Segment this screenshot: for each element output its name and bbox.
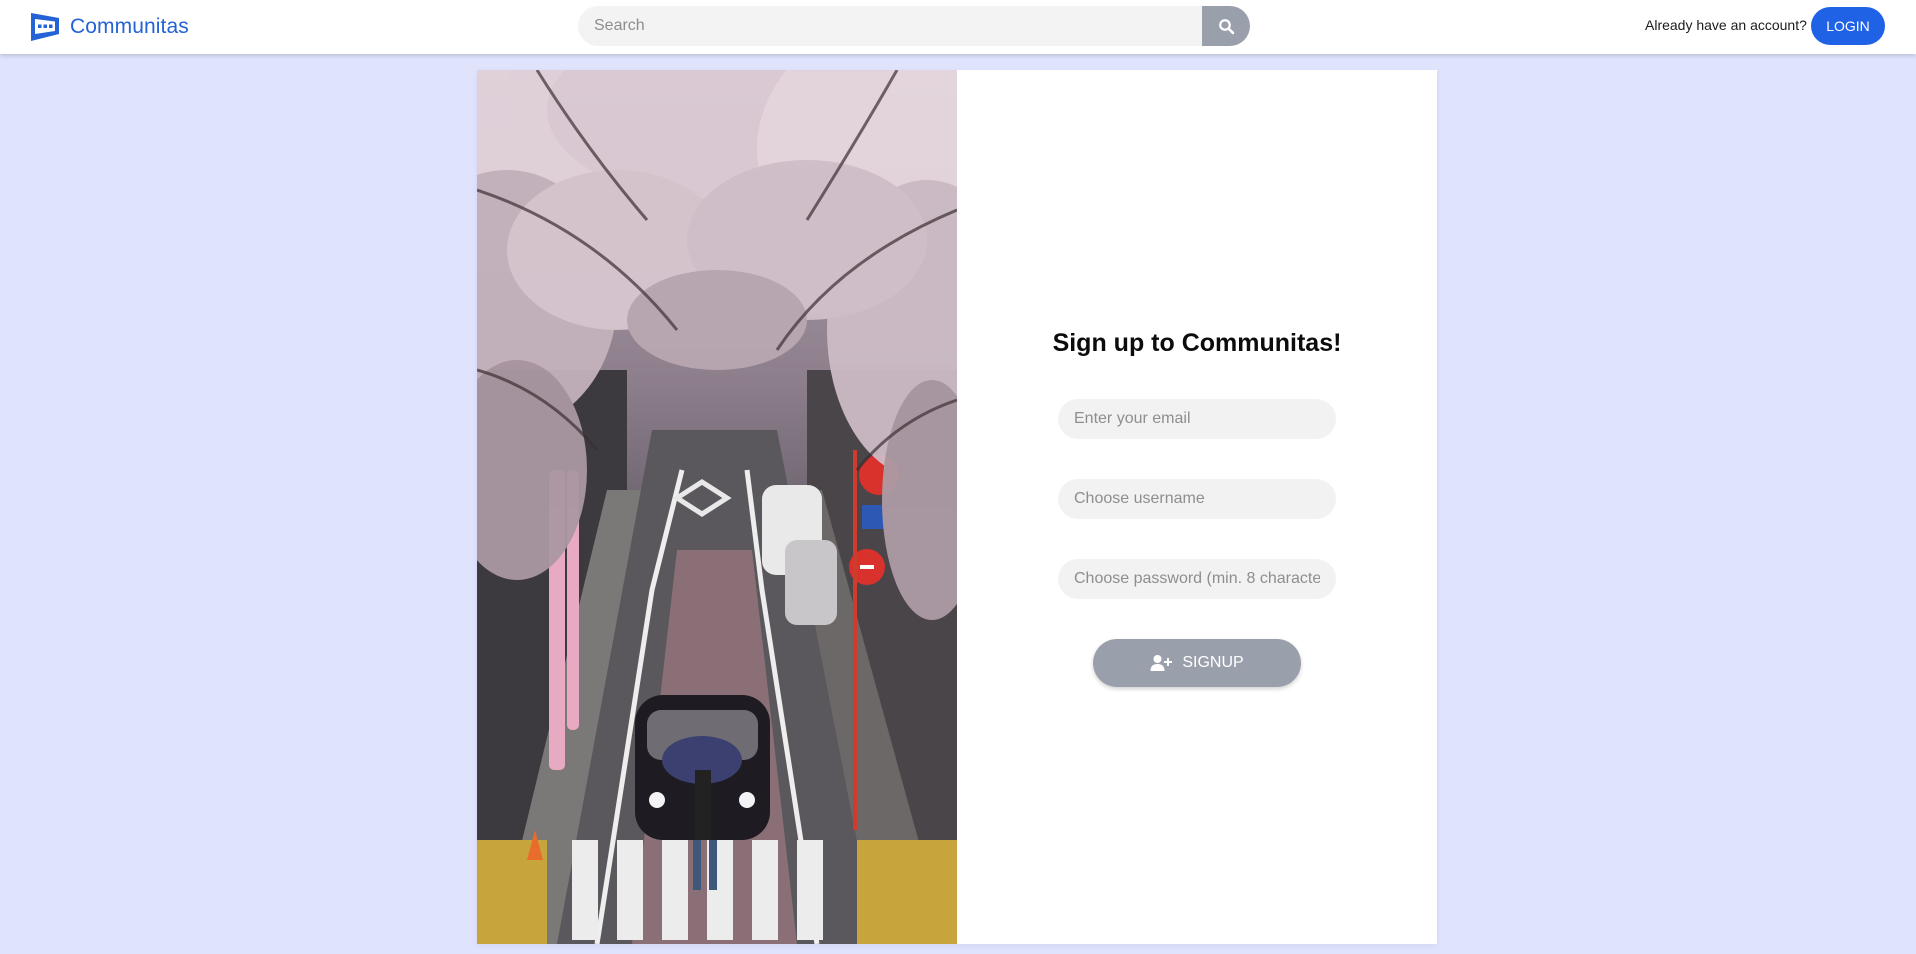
- email-field[interactable]: [1058, 399, 1336, 439]
- password-field[interactable]: [1058, 559, 1336, 599]
- search-button[interactable]: [1202, 6, 1250, 46]
- user-plus-icon: [1150, 655, 1173, 671]
- search-icon: [1218, 18, 1234, 34]
- signup-form-panel: Sign up to Communitas! SIGNUP: [957, 70, 1437, 944]
- signup-title: Sign up to Communitas!: [1052, 329, 1342, 357]
- login-button[interactable]: LOGIN: [1811, 7, 1885, 45]
- signup-button-label: SIGNUP: [1182, 654, 1244, 671]
- account-prompt-text: Already have an account?: [1645, 17, 1807, 33]
- signup-card: Sign up to Communitas! SIGNUP: [477, 70, 1437, 944]
- search-bar: [578, 6, 1250, 46]
- brand-name: Communitas: [70, 15, 189, 38]
- username-field[interactable]: [1058, 479, 1336, 519]
- signup-button[interactable]: SIGNUP: [1093, 639, 1301, 687]
- brand-home-link[interactable]: Communitas: [28, 10, 189, 44]
- search-input[interactable]: [578, 6, 1202, 46]
- chat-flag-icon: [31, 13, 59, 41]
- cherry-blossom-street-photo: [477, 70, 957, 944]
- top-navigation-bar: Communitas Already have an account? LOGI…: [0, 0, 1916, 54]
